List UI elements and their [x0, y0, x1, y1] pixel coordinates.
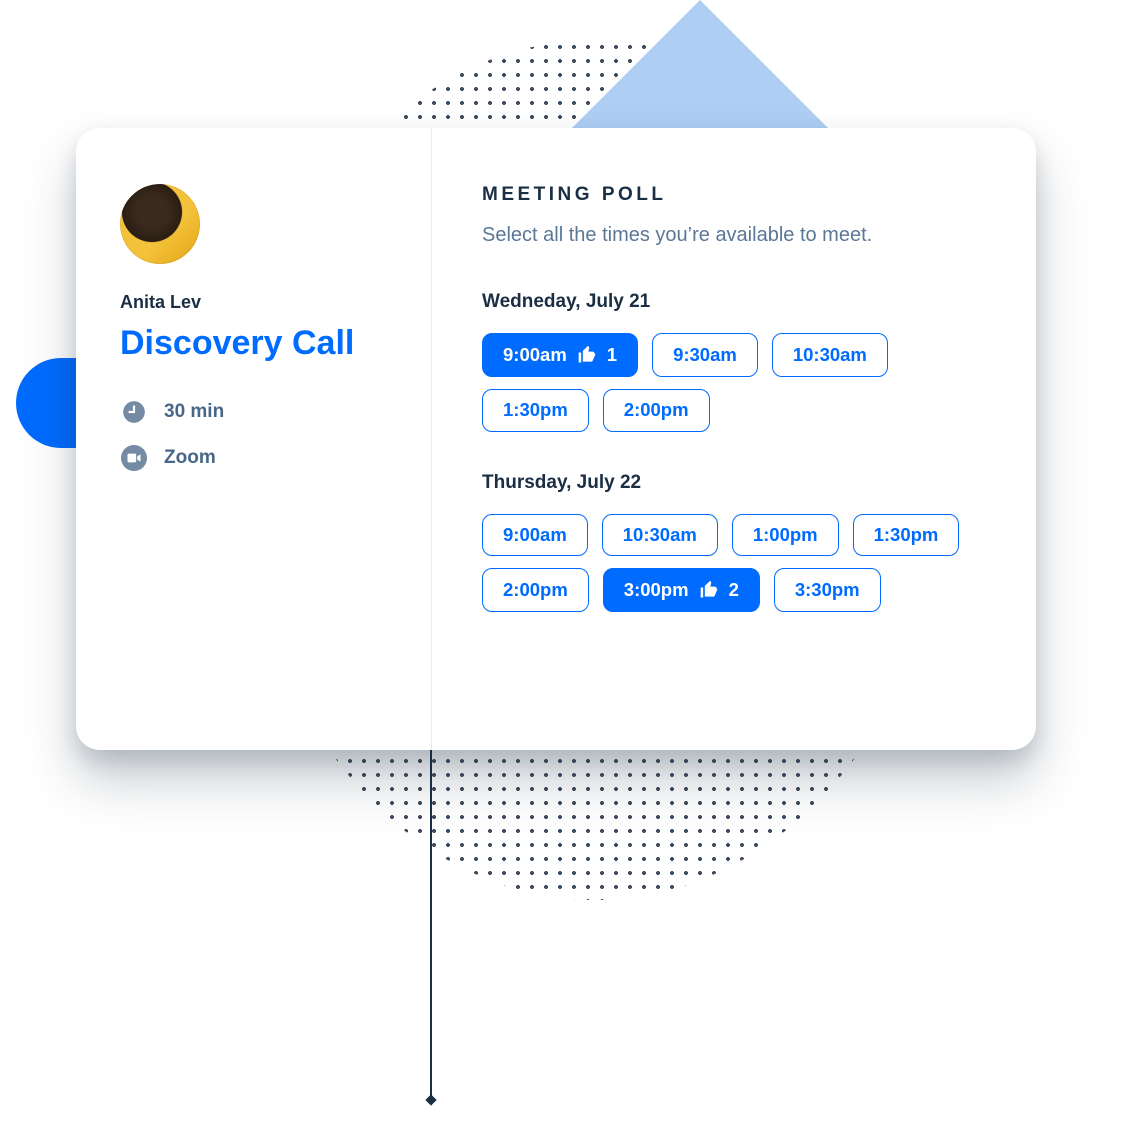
time-slot-time: 1:00pm: [753, 526, 818, 545]
poll-panel: MEETING POLL Select all the times you’re…: [432, 128, 1036, 750]
clock-icon: [120, 398, 148, 426]
thumbs-up-icon: [699, 580, 719, 600]
time-slot-button[interactable]: 9:00am 1: [482, 333, 638, 377]
meta-duration: 30 min: [120, 398, 391, 426]
time-slot-button[interactable]: 3:00pm 2: [603, 568, 760, 612]
time-slot-button[interactable]: 10:30am: [772, 333, 888, 377]
time-slot-button[interactable]: 1:30pm: [853, 514, 960, 557]
meta-location: Zoom: [120, 444, 391, 472]
time-slot-time: 1:30pm: [874, 526, 939, 545]
decorative-vertical-line: [430, 750, 432, 1100]
poll-days: Wedneday, July 21 9:00am 1 9:30am 10:30am 1:3…: [482, 291, 986, 612]
poll-heading: MEETING POLL: [482, 184, 986, 206]
duration-label: 30 min: [164, 401, 224, 423]
slot-group: 9:00am10:30am1:00pm1:30pm2:00pm3:00pm23:…: [482, 514, 986, 613]
time-slot-time: 3:30pm: [795, 581, 860, 600]
time-slot-button[interactable]: 10:30am: [602, 514, 718, 557]
location-label: Zoom: [164, 447, 216, 469]
time-slot-button[interactable]: 1:00pm: [732, 514, 839, 557]
day-label: Thursday, July 22: [482, 472, 986, 494]
host-name: Anita Lev: [120, 292, 391, 313]
time-slot-time: 2:00pm: [503, 581, 568, 600]
time-slot-time: 10:30am: [793, 346, 867, 365]
event-info-panel: Anita Lev Discovery Call 30 min Zoom: [76, 128, 432, 750]
time-slot-button[interactable]: 3:30pm: [774, 568, 881, 612]
host-avatar: [120, 184, 200, 264]
slot-group: 9:00am 1 9:30am 10:30am 1:30pm 2:00pm: [482, 333, 986, 432]
meeting-poll-card: Anita Lev Discovery Call 30 min Zoom MEE…: [76, 128, 1036, 750]
time-slot-time: 10:30am: [623, 526, 697, 545]
time-slot-time: 2:00pm: [624, 401, 689, 420]
vote-count: 1: [607, 346, 617, 365]
video-icon: [120, 444, 148, 472]
time-slot-button[interactable]: 2:00pm: [482, 568, 589, 612]
vote-count: 2: [729, 581, 739, 600]
time-slot-time: 9:00am: [503, 346, 567, 365]
time-slot-button[interactable]: 1:30pm: [482, 389, 589, 432]
time-slot-button[interactable]: 9:30am: [652, 333, 758, 377]
thumbs-up-icon: [577, 345, 597, 365]
poll-subheading: Select all the times you’re available to…: [482, 224, 986, 247]
time-slot-time: 3:00pm: [624, 581, 689, 600]
time-slot-button[interactable]: 2:00pm: [603, 389, 710, 432]
day-label: Wedneday, July 21: [482, 291, 986, 313]
time-slot-time: 9:30am: [673, 346, 737, 365]
event-title: Discovery Call: [120, 325, 391, 362]
time-slot-time: 9:00am: [503, 526, 567, 545]
time-slot-time: 1:30pm: [503, 401, 568, 420]
time-slot-button[interactable]: 9:00am: [482, 514, 588, 557]
